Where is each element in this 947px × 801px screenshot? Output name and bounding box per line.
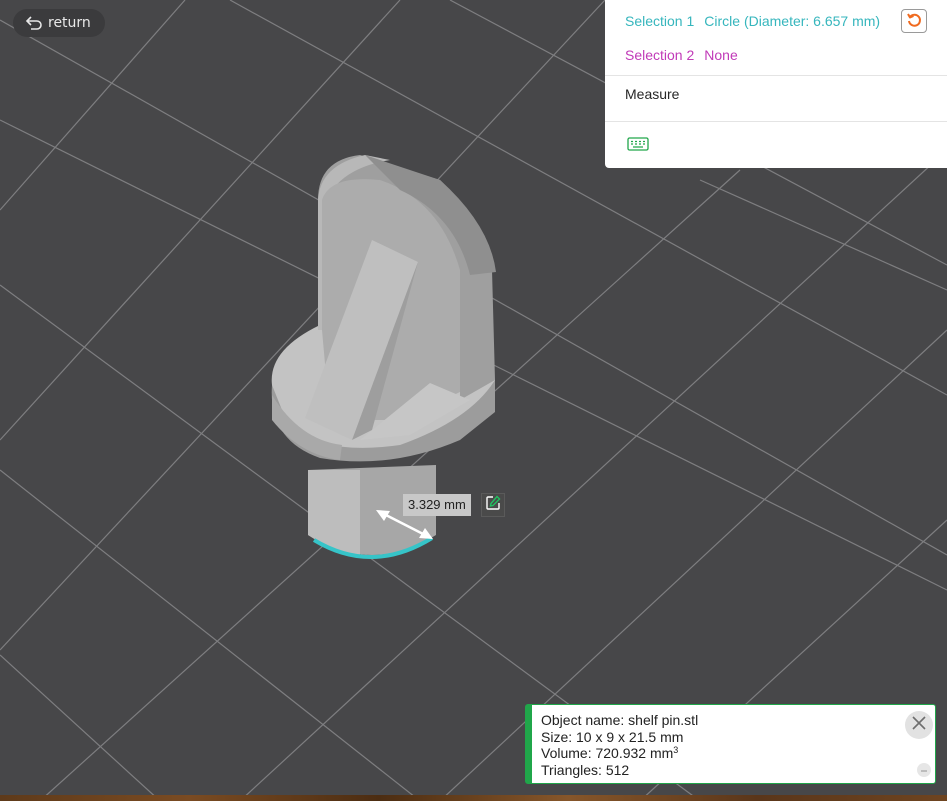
collapse-info-button[interactable]: [917, 763, 931, 777]
reset-icon: [906, 12, 922, 31]
reset-selection-button[interactable]: [901, 9, 927, 33]
divider: [605, 121, 947, 122]
return-label: return: [48, 15, 91, 31]
selection-2-value: None: [704, 47, 738, 63]
object-volume-text: Volume: 720.932 mm: [541, 745, 674, 761]
keyboard-icon: [627, 137, 649, 155]
selection-1-label: Selection 1: [625, 13, 695, 29]
return-button[interactable]: return: [13, 9, 105, 37]
selection-2-label: Selection 2: [625, 47, 695, 63]
close-info-button[interactable]: [905, 711, 933, 739]
dimension-value-label: 3.329 mm: [403, 494, 471, 516]
minus-icon: [920, 762, 928, 779]
volume-unit-superscript: 3: [673, 745, 679, 755]
object-triangles: Triangles: 512: [541, 761, 630, 778]
measure-heading: Measure: [625, 86, 680, 102]
object-volume: Volume: 720.932 mm3: [541, 745, 935, 762]
selection-1-row[interactable]: Selection 1 Circle (Diameter: 6.657 mm): [625, 13, 880, 29]
divider: [605, 75, 947, 76]
edit-dimension-button[interactable]: [481, 493, 505, 517]
selection-1-value: Circle (Diameter: 6.657 mm): [704, 13, 881, 29]
object-size: Size: 10 x 9 x 21.5 mm: [541, 728, 684, 745]
selection-2-row[interactable]: Selection 2 None: [625, 47, 738, 63]
object-info-panel: Object name: shelf pin.stl Size: 10 x 9 …: [525, 704, 936, 784]
object-name: Object name: shelf pin.stl: [541, 712, 699, 728]
keyboard-shortcuts-button[interactable]: [627, 136, 649, 155]
close-icon: [911, 715, 927, 735]
edit-icon: [485, 495, 501, 515]
desk-background-strip: [0, 795, 947, 801]
measure-panel: Selection 1 Circle (Diameter: 6.657 mm) …: [605, 0, 947, 168]
return-arrow-icon: [25, 15, 43, 31]
